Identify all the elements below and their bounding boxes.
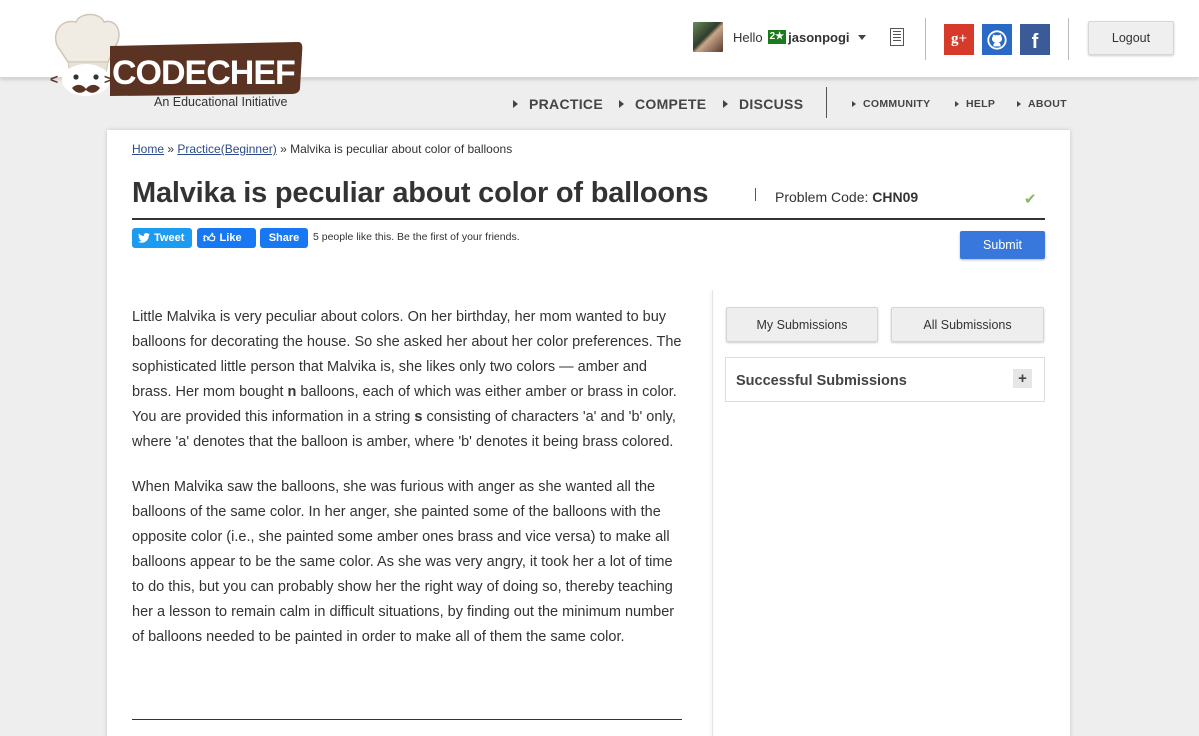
title-separator [755,188,756,201]
checkmark-icon: ✔ [1024,191,1037,208]
column-divider [712,290,713,736]
problem-code: Problem Code: CHN09 [775,189,918,205]
triangle-right-icon [619,100,624,108]
rating-badge: 2★ [767,30,787,44]
statement-paragraph-1: Little Malvika is very peculiar about co… [132,305,687,455]
statement-paragraph-2: When Malvika saw the balloons, she was f… [132,479,675,645]
nav-label: COMMUNITY [863,98,931,110]
header-divider-right [1068,18,1069,60]
expand-plus-icon[interactable]: + [1013,369,1032,388]
triangle-right-icon [1017,101,1021,107]
all-submissions-button[interactable]: All Submissions [891,307,1044,342]
nav-divider [826,87,827,118]
thumbs-up-icon: 👍︎ [203,230,216,245]
problem-code-value: CHN09 [872,189,919,205]
github-icon[interactable] [982,24,1012,55]
nav-label: DISCUSS [739,96,804,112]
my-submissions-button[interactable]: My Submissions [726,307,878,342]
nav-discuss[interactable]: DISCUSS [723,96,803,112]
successful-submissions-panel[interactable]: Successful Submissions + [725,357,1045,402]
breadcrumb-separator: » [164,142,178,156]
tweet-button[interactable]: Tweet [132,228,192,248]
triangle-right-icon [955,101,959,107]
successful-submissions-title: Successful Submissions [736,373,907,389]
top-bar: < > CODECHEF Hello 2★ jasonpogi g+ f Log… [0,0,1199,96]
tweet-label: Tweet [154,232,185,244]
chevron-down-icon[interactable] [857,34,866,40]
title-underline [132,218,1045,220]
nav-label: COMPETE [635,96,707,112]
facebook-share-button[interactable]: Share [260,228,308,248]
nav-community[interactable]: COMMUNITY [852,98,930,110]
nav-label: ABOUT [1028,98,1067,110]
problem-statement: Little Malvika is very peculiar about co… [132,305,687,670]
problem-card: Home » Practice(Beginner) » Malvika is p… [107,130,1070,736]
nav-practice[interactable]: PRACTICE [513,96,603,112]
avatar[interactable] [693,22,723,52]
nav-label: PRACTICE [529,96,603,112]
twitter-bird-icon [138,233,150,243]
nav-about[interactable]: ABOUT [1017,98,1067,110]
triangle-right-icon [513,100,518,108]
facebook-icon[interactable]: f [1020,24,1050,55]
triangle-right-icon [852,101,856,107]
breadcrumb: Home » Practice(Beginner) » Malvika is p… [132,142,512,156]
github-octocat-icon [987,29,1007,50]
user-menu[interactable]: Hello 2★ jasonpogi [693,22,866,52]
likes-count-text: 5 people like this. Be the first of your… [313,231,520,243]
triangle-right-icon [723,100,728,108]
like-label: Like [219,232,242,244]
svg-text:<: < [50,71,58,87]
greeting-text: Hello [733,29,763,45]
nav-compete[interactable]: COMPETE [619,96,706,112]
logo-tagline: An Educational Initiative [154,95,288,109]
nav-label: HELP [966,98,996,110]
google-plus-glyph: g+ [950,31,968,47]
problem-code-label: Problem Code: [775,189,869,205]
google-plus-icon[interactable]: g+ [944,24,974,55]
nav-help[interactable]: HELP [955,98,995,110]
notepad-icon[interactable] [890,28,904,46]
logout-button[interactable]: Logout [1088,21,1174,55]
breadcrumb-home-link[interactable]: Home [132,142,164,156]
submit-button[interactable]: Submit [960,231,1045,259]
breadcrumb-practice-link[interactable]: Practice(Beginner) [177,142,276,156]
facebook-glyph: f [1031,31,1039,53]
page-title: Malvika is peculiar about color of ballo… [132,177,709,209]
header-divider [925,18,926,60]
username[interactable]: jasonpogi [788,30,849,45]
logo-wordmark: CODECHEF [112,54,296,92]
facebook-like-button[interactable]: 👍︎ Like [197,228,256,248]
breadcrumb-current: Malvika is peculiar about color of ballo… [290,142,513,156]
breadcrumb-separator: » [276,142,291,156]
statement-divider [132,719,682,720]
